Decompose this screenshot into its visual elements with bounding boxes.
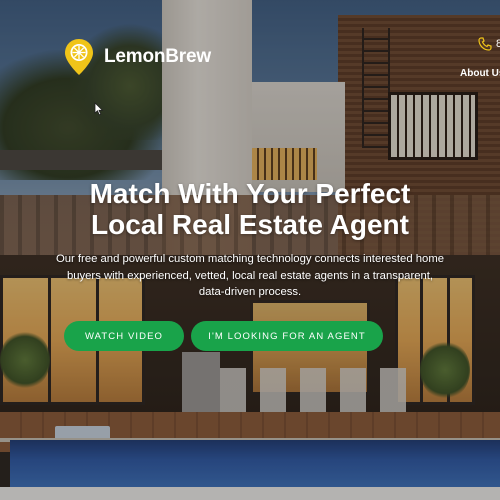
watch-video-button[interactable]: WATCH VIDEO xyxy=(64,321,184,351)
nav-about-us[interactable]: About Us xyxy=(460,68,500,79)
find-agent-button[interactable]: I'M LOOKING FOR AN AGENT xyxy=(191,321,383,351)
logo-text: LemonBrew xyxy=(104,46,211,67)
lemon-pin-icon xyxy=(64,38,94,76)
phone-icon xyxy=(478,37,492,51)
hero-title-line-2: Local Real Estate Agent xyxy=(91,209,409,240)
brand-logo[interactable]: LemonBrew xyxy=(64,38,211,76)
phone-link[interactable]: 8 xyxy=(478,37,500,51)
hero-subtitle: Our free and powerful custom matching te… xyxy=(55,253,445,298)
hero-title: Match With Your Perfect Local Real Estat… xyxy=(0,178,500,240)
phone-number: 8 xyxy=(496,38,500,50)
mouse-cursor-icon xyxy=(94,102,104,116)
hero-title-line-1: Match With Your Perfect xyxy=(89,178,411,209)
